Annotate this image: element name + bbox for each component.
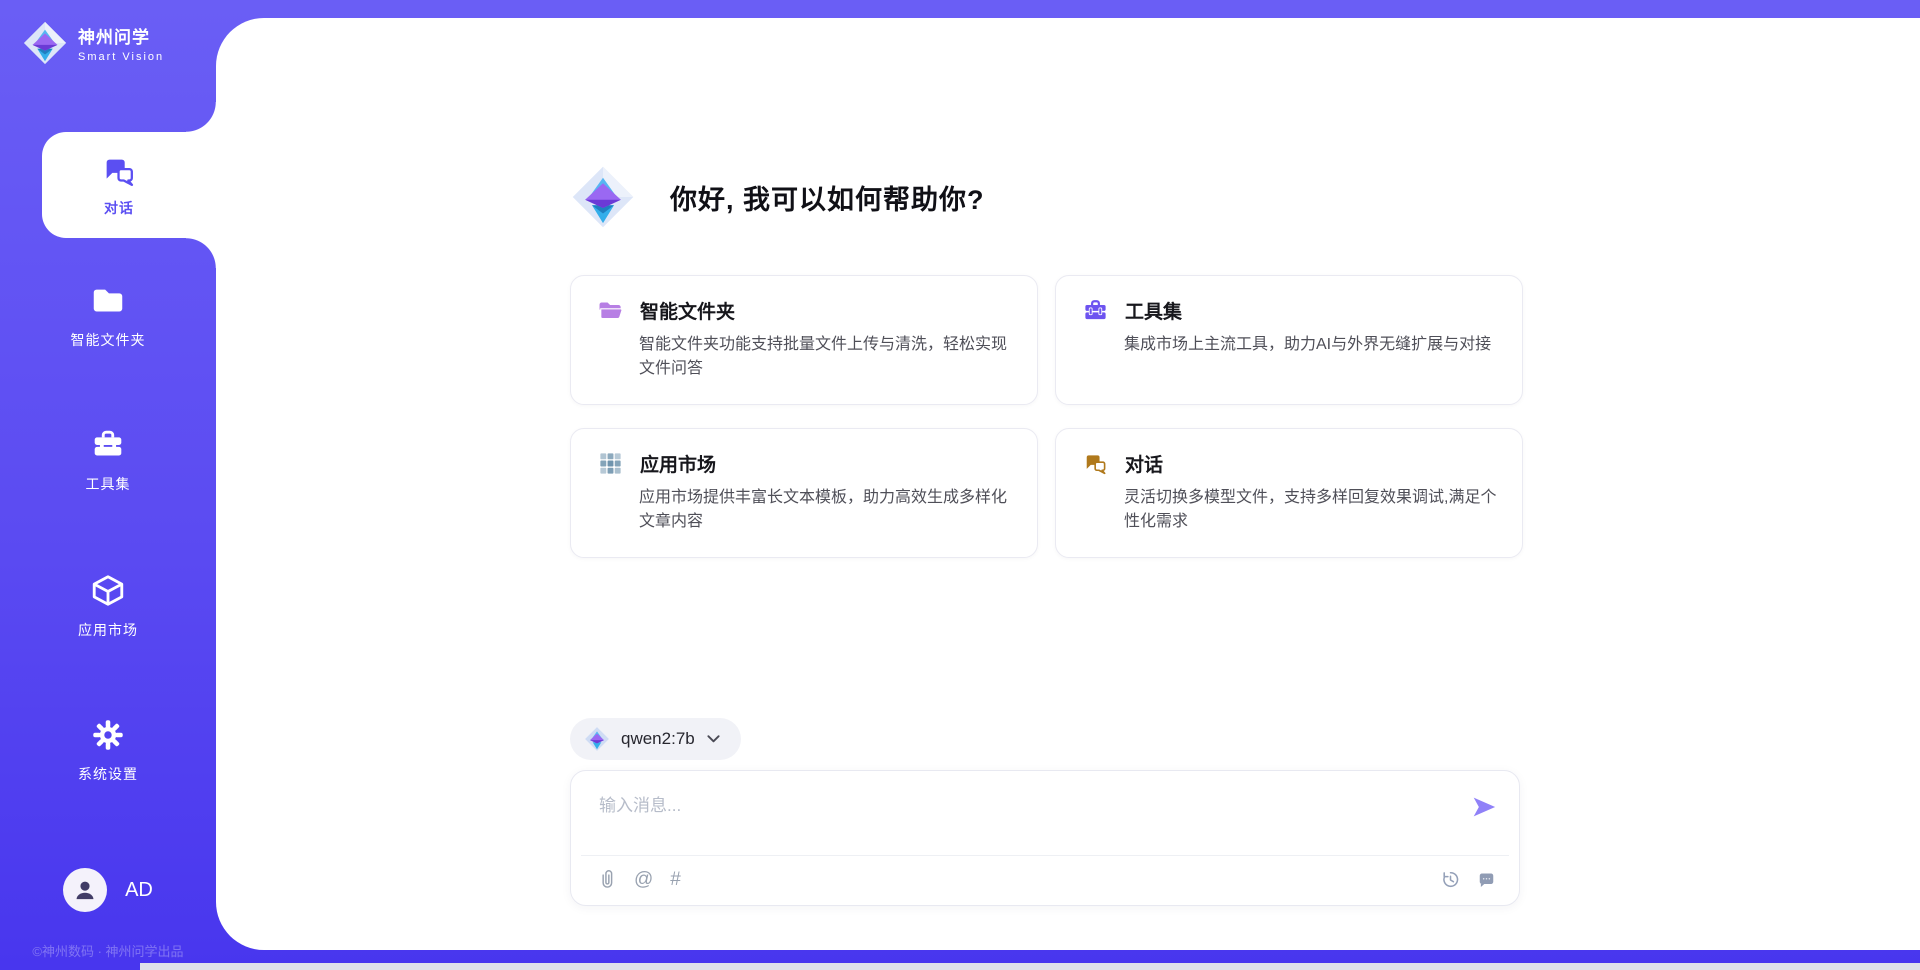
card-description: 应用市场提供丰富长文本模板，助力高效生成多样化文章内容 xyxy=(639,486,1013,534)
avatar xyxy=(63,868,107,912)
card-app-market[interactable]: 应用市场 应用市场提供丰富长文本模板，助力高效生成多样化文章内容 xyxy=(570,428,1038,558)
user-profile[interactable]: AD xyxy=(0,868,216,912)
brand-name: 神州问学 xyxy=(78,23,164,48)
chat-bubbles-icon xyxy=(1082,450,1109,477)
sidebar-item-label: 对话 xyxy=(104,198,134,218)
feature-cards: 智能文件夹 智能文件夹功能支持批量文件上传与清洗，轻松实现文件问答 工具集 集成… xyxy=(570,275,1523,558)
sidebar-item-settings[interactable]: 系统设置 xyxy=(0,716,216,784)
main-panel: 你好, 我可以如何帮助你? 智能文件夹 智能文件夹功能支持批量文件上传与清洗，轻… xyxy=(216,18,1920,950)
brand-subtitle: Smart Vision xyxy=(78,51,164,63)
composer-toolbar: @ # xyxy=(597,868,1497,890)
mention-icon[interactable]: @ xyxy=(634,870,653,889)
copyright-footer: ©神州数码 · 神州问学出品 xyxy=(0,941,216,960)
card-title: 应用市场 xyxy=(640,450,716,477)
sidebar-item-app-market[interactable]: 应用市场 xyxy=(0,572,216,640)
sidebar-item-label: 系统设置 xyxy=(78,764,138,784)
card-chat[interactable]: 对话 灵活切换多模型文件，支持多样回复效果调试,满足个性化需求 xyxy=(1055,428,1523,558)
card-description: 灵活切换多模型文件，支持多样回复效果调试,满足个性化需求 xyxy=(1124,486,1498,534)
folder-open-icon xyxy=(597,297,624,324)
message-input[interactable] xyxy=(599,791,1429,843)
card-title: 对话 xyxy=(1125,450,1163,477)
person-icon xyxy=(71,876,99,904)
gem-logo-icon xyxy=(584,726,610,752)
card-title: 工具集 xyxy=(1125,297,1182,324)
model-name: qwen2:7b xyxy=(621,729,695,749)
greeting-title: 你好, 我可以如何帮助你? xyxy=(670,178,985,217)
brand-logo: 神州问学 Smart Vision xyxy=(22,20,164,66)
greeting-block: 你好, 我可以如何帮助你? xyxy=(570,164,985,230)
sidebar-item-label: 智能文件夹 xyxy=(71,330,146,350)
toolbox-icon xyxy=(1082,297,1109,324)
composer-divider xyxy=(581,855,1509,856)
history-icon[interactable] xyxy=(1440,869,1461,890)
card-toolset[interactable]: 工具集 集成市场上主流工具，助力AI与外界无缝扩展与对接 xyxy=(1055,275,1523,405)
attachment-icon[interactable] xyxy=(597,868,617,890)
sidebar-item-toolset[interactable]: 工具集 xyxy=(0,426,216,494)
sidebar-item-label: 应用市场 xyxy=(78,620,138,640)
app-grid-icon xyxy=(597,450,624,477)
sidebar: 神州问学 Smart Vision 对话 智能文件夹 xyxy=(0,0,216,970)
card-description: 智能文件夹功能支持批量文件上传与清洗，轻松实现文件问答 xyxy=(639,333,1013,381)
hashtag-icon[interactable]: # xyxy=(670,870,681,889)
sidebar-item-smart-folder[interactable]: 智能文件夹 xyxy=(0,282,216,350)
card-smart-folder[interactable]: 智能文件夹 智能文件夹功能支持批量文件上传与清洗，轻松实现文件问答 xyxy=(570,275,1038,405)
sidebar-item-chat[interactable]: 对话 xyxy=(42,132,216,238)
conversation-icon[interactable] xyxy=(1476,869,1497,890)
gem-logo-icon xyxy=(22,20,68,66)
model-selector[interactable]: qwen2:7b xyxy=(570,718,741,760)
gear-icon xyxy=(89,716,127,754)
send-icon[interactable] xyxy=(1471,795,1497,819)
cube-icon xyxy=(89,572,127,610)
message-composer: @ # xyxy=(570,770,1520,906)
card-description: 集成市场上主流工具，助力AI与外界无缝扩展与对接 xyxy=(1124,333,1498,357)
bottom-scrollbar-strip xyxy=(140,963,1920,970)
sidebar-item-label: 工具集 xyxy=(86,474,131,494)
folder-icon xyxy=(89,282,127,320)
chevron-down-icon xyxy=(706,733,721,745)
toolbox-icon xyxy=(89,426,127,464)
gem-logo-icon xyxy=(570,164,636,230)
user-name: AD xyxy=(125,879,153,902)
chat-bubbles-icon xyxy=(100,152,138,190)
card-title: 智能文件夹 xyxy=(640,297,735,324)
